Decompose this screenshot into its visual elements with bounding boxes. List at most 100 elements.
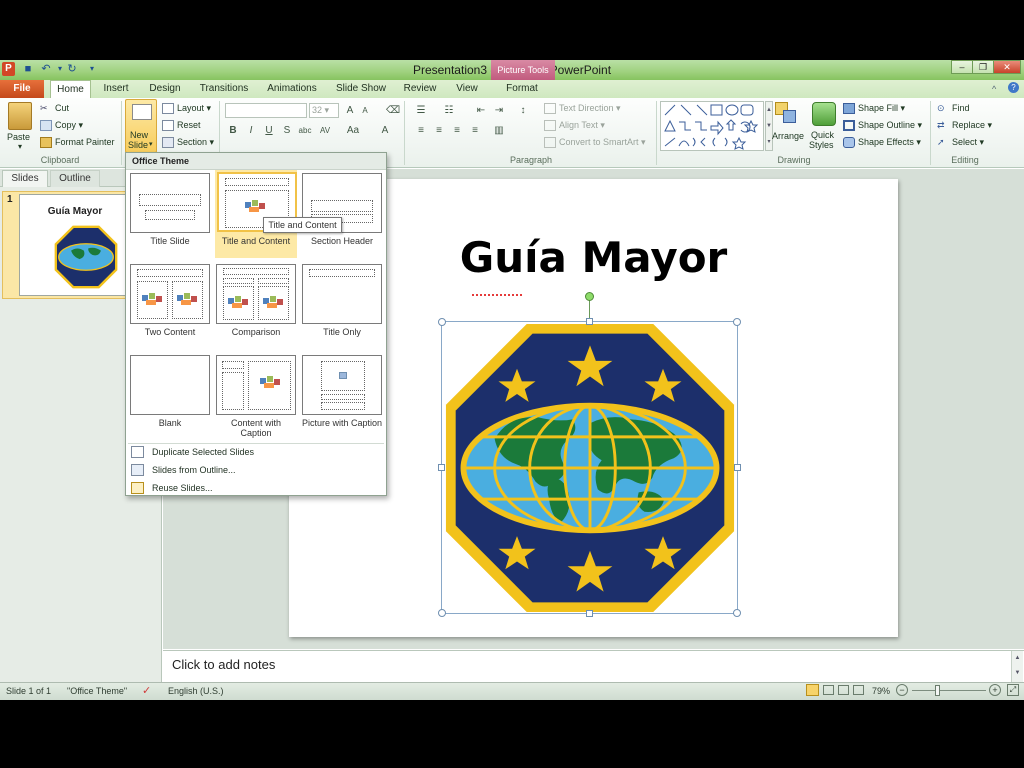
resize-handle-r[interactable] [734,464,741,471]
numbering-icon[interactable]: ☷ [442,104,456,117]
paste-button[interactable]: Paste [7,132,30,142]
text-direction-button[interactable]: Text Direction ▾ [544,103,621,115]
zoom-slider-track[interactable] [912,690,986,691]
tab-format[interactable]: Format [497,80,547,98]
tab-slide-show[interactable]: Slide Show [332,80,390,98]
resize-handle-tl[interactable] [438,318,446,326]
justify-icon[interactable]: ≡ [468,124,482,137]
shapes-scroll-icon[interactable]: ▲ ▼ ▾ [765,101,773,151]
reset-button[interactable]: Reset [162,120,201,132]
minimize-ribbon-icon[interactable]: ^ [992,84,996,94]
tab-view[interactable]: View [450,80,484,98]
shape-fill-button[interactable]: Shape Fill ▾ [843,103,905,115]
tab-animations[interactable]: Animations [263,80,321,98]
format-painter-button[interactable]: Format Painter [40,137,115,149]
resize-handle-bl[interactable] [438,609,446,617]
shrink-font-icon[interactable]: A [358,104,372,117]
line-spacing-icon[interactable]: ↕ [516,104,530,117]
slide-sorter-icon[interactable] [823,685,834,695]
layout-content-with-caption[interactable]: Content with Caption [215,354,297,442]
change-case-icon[interactable]: Aa [346,124,360,137]
layout-title-slide[interactable]: Title Slide [129,172,211,260]
tab-transitions[interactable]: Transitions [195,80,253,98]
normal-view-icon[interactable] [806,684,819,696]
tab-outline[interactable]: Outline [50,170,100,187]
zoom-level[interactable]: 79% [872,686,890,696]
close-icon[interactable]: ✕ [993,60,1021,74]
align-text-button[interactable]: Align Text ▾ [544,120,605,132]
align-right-icon[interactable]: ≡ [450,124,464,137]
tab-slides[interactable]: Slides [2,170,48,187]
duplicate-slides-menu-item[interactable]: Duplicate Selected Slides [126,443,386,461]
resize-handle-tr[interactable] [733,318,741,326]
copy-button[interactable]: Copy ▾ [40,120,83,132]
slide-thumbnail[interactable]: Guía Mayor [19,194,131,296]
tab-design[interactable]: Design [144,80,186,98]
cut-button[interactable]: ✂ Cut [40,103,69,114]
quick-styles-icon[interactable] [812,102,836,126]
slide-count-status[interactable]: Slide 1 of 1 [6,686,51,696]
grow-font-icon[interactable]: A [343,104,357,117]
bullets-icon[interactable]: ☰ [414,104,428,117]
fit-to-window-icon[interactable]: ⤢ [1007,684,1019,696]
selected-picture[interactable] [438,292,741,617]
layout-section-header[interactable]: Section Header [301,172,383,260]
restore-icon[interactable]: ❐ [972,60,994,74]
bold-icon[interactable]: B [226,124,240,137]
italic-icon[interactable]: I [244,124,258,137]
character-spacing-icon[interactable]: AV [318,124,332,137]
slide-show-icon[interactable] [853,685,864,695]
layout-button[interactable]: Layout ▾ [162,103,211,115]
layout-blank[interactable]: Blank [129,354,211,442]
shape-outline-button[interactable]: Shape Outline ▾ [843,120,922,132]
section-button[interactable]: Section ▾ [162,137,214,149]
resize-handle-l[interactable] [438,464,445,471]
paste-dropdown-icon[interactable]: ▾ [18,142,22,151]
notes-pane[interactable]: Click to add notes ▲ ▼ [163,650,1024,683]
zoom-in-icon[interactable]: + [989,684,1001,696]
tab-file[interactable]: File [0,80,44,98]
layout-title-only[interactable]: Title Only [301,263,383,351]
arrange-button[interactable]: Arrange [772,131,804,141]
resize-handle-br[interactable] [733,609,741,617]
new-slide-button[interactable]: New Slide ▾ [125,99,157,153]
slides-from-outline-menu-item[interactable]: Slides from Outline... [126,461,386,479]
help-icon[interactable]: ? [1008,82,1019,93]
tab-review[interactable]: Review [400,80,440,98]
quick-styles-label-1[interactable]: Quick [811,130,834,140]
text-shadow-icon[interactable]: S [280,124,294,137]
layout-title-and-content[interactable]: Title and Content [215,170,297,258]
select-button[interactable]: ➚ Select ▾ [937,137,984,148]
zoom-slider-thumb[interactable] [935,685,940,696]
paste-icon[interactable] [8,102,32,130]
language-status[interactable]: English (U.S.) [168,686,224,696]
proofing-icon[interactable]: ✓ [142,684,151,697]
columns-icon[interactable]: ▥ [492,124,506,137]
font-name-combobox[interactable] [225,103,307,118]
rotation-handle[interactable] [585,292,594,301]
zoom-out-icon[interactable]: − [896,684,908,696]
layout-comparison[interactable]: Comparison [215,263,297,351]
notes-scrollbar[interactable]: ▲ ▼ [1011,651,1023,683]
resize-handle-t[interactable] [586,318,593,325]
reuse-slides-menu-item[interactable]: Reuse Slides... [126,479,386,497]
theme-status[interactable]: "Office Theme" [67,686,127,696]
convert-smartart-button[interactable]: Convert to SmartArt ▾ [544,137,646,149]
increase-indent-icon[interactable]: ⇥ [492,104,506,117]
underline-icon[interactable]: U [262,124,276,137]
layout-two-content[interactable]: Two Content [129,263,211,351]
clear-formatting-icon[interactable]: ⌫ [386,104,400,117]
find-button[interactable]: ⊙ Find [937,103,970,114]
align-left-icon[interactable]: ≡ [414,124,428,137]
minimize-icon[interactable]: – [951,60,973,74]
quick-styles-label-2[interactable]: Styles [809,140,834,150]
strikethrough-icon[interactable]: abc [298,124,312,137]
shapes-gallery[interactable] [660,101,764,151]
replace-button[interactable]: ⇄ Replace ▾ [937,120,992,131]
arrange-icon[interactable] [775,102,797,124]
decrease-indent-icon[interactable]: ⇤ [474,104,488,117]
font-color-icon[interactable]: A [378,124,392,137]
tab-home[interactable]: Home [50,80,91,98]
reading-view-icon[interactable] [838,685,849,695]
tab-insert[interactable]: Insert [96,80,136,98]
